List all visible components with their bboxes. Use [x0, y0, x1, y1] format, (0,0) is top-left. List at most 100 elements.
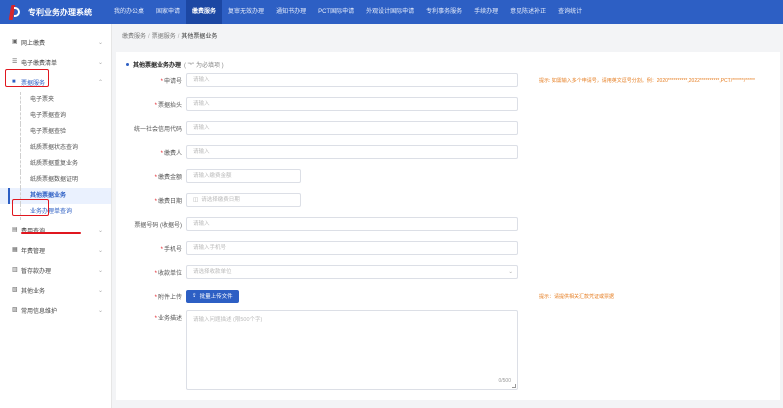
form-title-text: 其他票据业务办理 — [133, 63, 182, 69]
payer-input[interactable]: 请输入 — [186, 145, 518, 159]
sidebar-subitem-paper-status[interactable]: 纸质票据状态查询 — [0, 140, 111, 156]
chevron-up-icon: ⌃ — [97, 79, 103, 86]
sidebar: ▣ 网上缴费 ⌄ ☰ 电子缴费清单 ⌄ ■ 票据服务 ⌃ 电子票夹 电子票据查询… — [0, 24, 112, 408]
apply-no-hint: 提示: 如需输入多个申请号，请用英文逗号分割。例：2020**********,… — [539, 78, 755, 84]
sidebar-item-annual-fee[interactable]: ▦ 年费管理 ⌄ — [0, 240, 111, 260]
char-count: 0/500 — [498, 378, 511, 384]
app-logo[interactable]: 专利业务办理系统 — [0, 0, 108, 24]
label-pay-date: *缴费日期 — [154, 198, 182, 205]
sidebar-item-online-pay[interactable]: ▣ 网上缴费 ⌄ — [0, 32, 111, 52]
row-attachment: *附件上传 ⇪ 批量上传文件 — [116, 288, 780, 304]
apply-no-input[interactable]: 请输入 — [186, 73, 518, 87]
upload-icon: ⇪ — [192, 293, 197, 299]
nav-item-desk[interactable]: 我的办公桌 — [108, 0, 150, 24]
row-payee: *收款单位 请选择收款单位 ⌄ — [116, 264, 780, 280]
sidebar-item-pay-list[interactable]: ☰ 电子缴费清单 ⌄ — [0, 52, 111, 72]
amount-input[interactable]: 请输入缴费金额 — [186, 169, 301, 183]
description-textarea[interactable]: 请输入问题描述 (限500个字) 0/500 — [186, 310, 518, 390]
label-apply-no: *申请号 — [160, 78, 182, 85]
nav-item-payment[interactable]: 缴费服务 — [186, 0, 223, 24]
top-navbar: 专利业务办理系统 我的办公桌 国家申请 缴费服务 复审无效办理 通知书办理 PC… — [0, 0, 783, 24]
chevron-down-icon: ⌄ — [97, 267, 103, 274]
row-payer: *缴费人 请输入 — [116, 144, 780, 160]
payee-select[interactable]: 请选择收款单位 ⌄ — [186, 265, 518, 279]
user-icon: ▨ — [12, 307, 18, 313]
sidebar-item-label: 年费管理 — [21, 248, 46, 255]
sidebar-subitem-other[interactable]: 其他票据业务 — [0, 188, 111, 204]
batch-upload-button[interactable]: ⇪ 批量上传文件 — [186, 289, 239, 303]
doc-icon: ▦ — [12, 247, 18, 253]
resize-handle[interactable] — [512, 384, 516, 388]
list-icon: ☰ — [12, 59, 18, 65]
nav-item-pct[interactable]: PCT国际申请 — [312, 0, 360, 24]
label-amount: *缴费金额 — [154, 174, 182, 181]
nav-item-procedure[interactable]: 手续办理 — [468, 0, 504, 24]
sidebar-item-common-info[interactable]: ▨ 常用信息维护 ⌄ — [0, 300, 111, 320]
attachment-hint: 提示：请提供相关汇款凭证或票据 — [539, 294, 615, 300]
label-payer: *缴费人 — [160, 150, 182, 157]
nav-item-national[interactable]: 国家申请 — [150, 0, 186, 24]
breadcrumb-current: 其他票据业务 — [181, 34, 218, 40]
other-icon: ▧ — [12, 287, 18, 293]
phone-input[interactable]: 请输入手机号 — [186, 241, 518, 255]
sidebar-subitem-e-verify[interactable]: 电子票据查验 — [0, 124, 111, 140]
sidebar-subitem-paper-proof[interactable]: 纸质票据数据证明 — [0, 172, 111, 188]
invoice-icon: ■ — [12, 79, 16, 85]
nav-item-design[interactable]: 外观设计国际申请 — [360, 0, 420, 24]
sidebar-subitem-e-query[interactable]: 电子票据查询 — [0, 108, 111, 124]
chevron-down-icon: ⌄ — [97, 287, 103, 294]
sidebar-item-label: 电子缴费清单 — [21, 60, 58, 67]
label-payee: *收款单位 — [154, 270, 182, 277]
sidebar-item-label: 网上缴费 — [21, 40, 46, 47]
sidebar-item-other-business[interactable]: ▧ 其他业务 ⌄ — [0, 280, 111, 300]
invoice-title-input[interactable]: 请输入 — [186, 97, 518, 111]
chevron-down-icon: ⌄ — [97, 59, 103, 66]
app-title: 专利业务办理系统 — [28, 7, 92, 17]
pay-date-input[interactable]: ◫ 请选择缴费日期 — [186, 193, 301, 207]
row-receipt-no: 票据号码 (收据号) 请输入 — [116, 216, 780, 232]
sidebar-item-label: 其他业务 — [21, 288, 46, 295]
nav-item-notice[interactable]: 通知书办理 — [270, 0, 312, 24]
sidebar-item-deposit[interactable]: ▥ 暂存款办理 ⌄ — [0, 260, 111, 280]
breadcrumb-item[interactable]: 票据服务 — [152, 34, 176, 40]
nav-item-affairs[interactable]: 专利事务服务 — [420, 0, 468, 24]
form-title: 其他票据业务办理 ( "*" 为必填项 ) — [126, 60, 224, 69]
row-phone: *手机号 请输入手机号 — [116, 240, 780, 256]
main-content: 缴费服务 / 票据服务 / 其他票据业务 其他票据业务办理 ( "*" 为必填项 ) *… — [112, 24, 783, 408]
label-phone: *手机号 — [160, 246, 182, 253]
nav-item-opinion[interactable]: 意见陈述补正 — [504, 0, 552, 24]
chevron-down-icon: ⌄ — [97, 307, 103, 314]
row-credit-code: 统一社会信用代码 请输入 — [116, 120, 780, 136]
form-card: 其他票据业务办理 ( "*" 为必填项 ) *申请号 请输入 提示: 如需输入多… — [116, 52, 780, 400]
row-description: *业务描述 请输入问题描述 (限500个字) 0/500 — [116, 310, 780, 394]
label-invoice-title: *票据抬头 — [154, 102, 182, 109]
label-credit-code: 统一社会信用代码 — [133, 126, 182, 133]
chevron-down-icon: ⌄ — [97, 39, 103, 46]
row-invoice-title: *票据抬头 请输入 — [116, 96, 780, 112]
sidebar-item-fee-query[interactable]: ▤ 费用查询 ⌄ — [0, 220, 111, 240]
breadcrumb-item[interactable]: 缴费服务 — [122, 34, 146, 40]
sidebar-item-invoice[interactable]: ■ 票据服务 ⌃ — [0, 72, 111, 92]
receipt-no-input[interactable]: 请输入 — [186, 217, 518, 231]
chevron-down-icon: ⌄ — [97, 227, 103, 234]
sidebar-item-label: 常用信息维护 — [21, 308, 58, 315]
main-nav: 我的办公桌 国家申请 缴费服务 复审无效办理 通知书办理 PCT国际申请 外观设… — [108, 0, 588, 24]
label-receipt-no: 票据号码 (收据号) — [134, 222, 182, 229]
sidebar-subitem-paper-repeat[interactable]: 纸质票据重复业务 — [0, 156, 111, 172]
form-subtitle: ( "*" 为必填项 ) — [184, 63, 224, 69]
sidebar-item-label: 暂存款办理 — [21, 268, 52, 275]
nav-item-query[interactable]: 查询统计 — [552, 0, 588, 24]
sidebar-subitem-e-folder[interactable]: 电子票夹 — [0, 92, 111, 108]
description-placeholder: 请输入问题描述 (限500个字) — [193, 317, 263, 323]
credit-code-input[interactable]: 请输入 — [186, 121, 518, 135]
row-amount: *缴费金额 请输入缴费金额 — [116, 168, 780, 184]
calendar-icon: ◫ — [193, 197, 199, 203]
chevron-down-icon: ⌄ — [97, 247, 103, 254]
sidebar-item-label: 费用查询 — [21, 228, 46, 235]
sidebar-subitem-order-query[interactable]: 业务办理单查询 — [0, 204, 111, 220]
label-description: *业务描述 — [154, 316, 182, 322]
row-pay-date: *缴费日期 ◫ 请选择缴费日期 — [116, 192, 780, 208]
sidebar-item-label: 票据服务 — [21, 80, 46, 87]
breadcrumb: 缴费服务 / 票据服务 / 其他票据业务 — [122, 34, 218, 40]
nav-item-review[interactable]: 复审无效办理 — [222, 0, 270, 24]
